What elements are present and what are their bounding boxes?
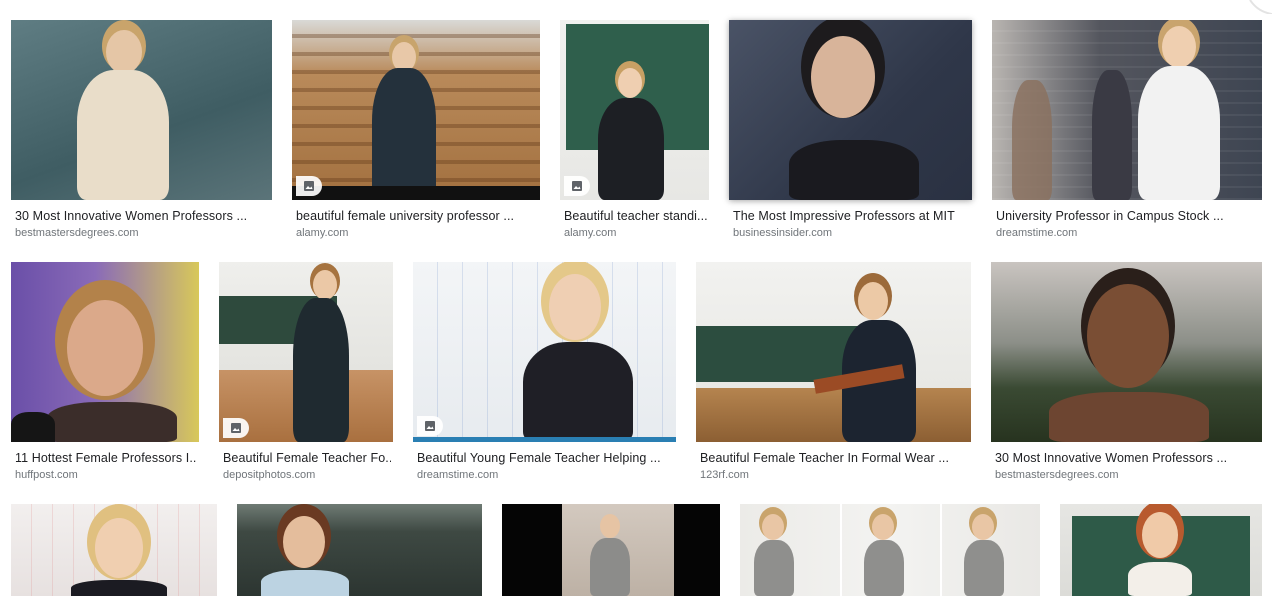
result-source[interactable]: 123rf.com <box>700 469 749 481</box>
result-title[interactable]: 11 Hottest Female Professors I... <box>15 451 197 465</box>
image-icon <box>425 421 435 431</box>
result-title[interactable]: 30 Most Innovative Women Professors ... <box>995 451 1260 465</box>
image-icon <box>304 181 314 191</box>
image-result-card[interactable]: Beautiful Female Teacher Fo... depositph… <box>219 262 393 484</box>
result-title[interactable]: Beautiful Female Teacher Fo... <box>223 451 391 465</box>
image-result-card[interactable]: 11 Hottest Female Professors I... huffpo… <box>11 262 199 484</box>
result-thumbnail[interactable] <box>11 20 272 200</box>
image-result-card[interactable]: 30 Most Innovative Women Professors ... … <box>991 262 1262 484</box>
result-thumbnail[interactable] <box>729 20 972 200</box>
image-result-card[interactable]: 30 Most Innovative Women Professors ... … <box>11 20 272 242</box>
result-title[interactable]: Beautiful Female Teacher In Formal Wear … <box>700 451 969 465</box>
result-source[interactable]: dreamstime.com <box>417 469 498 481</box>
image-result-card[interactable] <box>502 504 720 596</box>
image-result-card[interactable]: Beautiful teacher standi... alamy.com <box>560 20 709 242</box>
result-source[interactable]: alamy.com <box>296 227 348 239</box>
result-thumbnail[interactable] <box>292 20 540 200</box>
image-icon <box>231 423 241 433</box>
result-source[interactable]: depositphotos.com <box>223 469 315 481</box>
image-result-card[interactable] <box>237 504 482 596</box>
page-corner-decoration <box>1249 0 1272 14</box>
result-title[interactable]: The Most Impressive Professors at MIT <box>733 209 973 223</box>
image-result-card[interactable] <box>11 504 217 596</box>
result-title[interactable]: beautiful female university professor ..… <box>296 209 538 223</box>
result-source[interactable]: alamy.com <box>564 227 616 239</box>
result-thumbnail[interactable] <box>992 20 1262 200</box>
image-result-card[interactable]: The Most Impressive Professors at MIT bu… <box>729 20 972 242</box>
result-thumbnail[interactable] <box>502 504 720 596</box>
result-title[interactable]: Beautiful teacher standi... <box>564 209 707 223</box>
result-source[interactable]: dreamstime.com <box>996 227 1077 239</box>
image-icon <box>572 181 582 191</box>
result-title[interactable]: 30 Most Innovative Women Professors ... <box>15 209 270 223</box>
image-badge <box>417 416 443 436</box>
image-result-card[interactable]: Beautiful Female Teacher In Formal Wear … <box>696 262 971 484</box>
result-thumbnail[interactable] <box>740 504 1040 596</box>
result-title[interactable]: University Professor in Campus Stock ... <box>996 209 1260 223</box>
result-source[interactable]: huffpost.com <box>15 469 78 481</box>
result-thumbnail[interactable] <box>560 20 709 200</box>
result-thumbnail[interactable] <box>11 262 199 442</box>
result-thumbnail[interactable] <box>413 262 676 442</box>
result-thumbnail[interactable] <box>11 504 217 596</box>
image-badge <box>296 176 322 196</box>
image-result-card[interactable]: beautiful female university professor ..… <box>292 20 540 242</box>
result-source[interactable]: bestmastersdegrees.com <box>15 227 139 239</box>
image-result-card[interactable]: Beautiful Young Female Teacher Helping .… <box>413 262 676 484</box>
result-thumbnail[interactable] <box>696 262 971 442</box>
image-badge <box>564 176 590 196</box>
result-title[interactable]: Beautiful Young Female Teacher Helping .… <box>417 451 674 465</box>
result-source[interactable]: bestmastersdegrees.com <box>995 469 1119 481</box>
result-thumbnail[interactable] <box>219 262 393 442</box>
image-result-card[interactable] <box>740 504 1040 596</box>
result-thumbnail[interactable] <box>1060 504 1262 596</box>
image-badge <box>223 418 249 438</box>
result-thumbnail[interactable] <box>991 262 1262 442</box>
result-thumbnail[interactable] <box>237 504 482 596</box>
image-result-card[interactable]: University Professor in Campus Stock ...… <box>992 20 1262 242</box>
image-result-card[interactable] <box>1060 504 1262 596</box>
result-source[interactable]: businessinsider.com <box>733 227 832 239</box>
